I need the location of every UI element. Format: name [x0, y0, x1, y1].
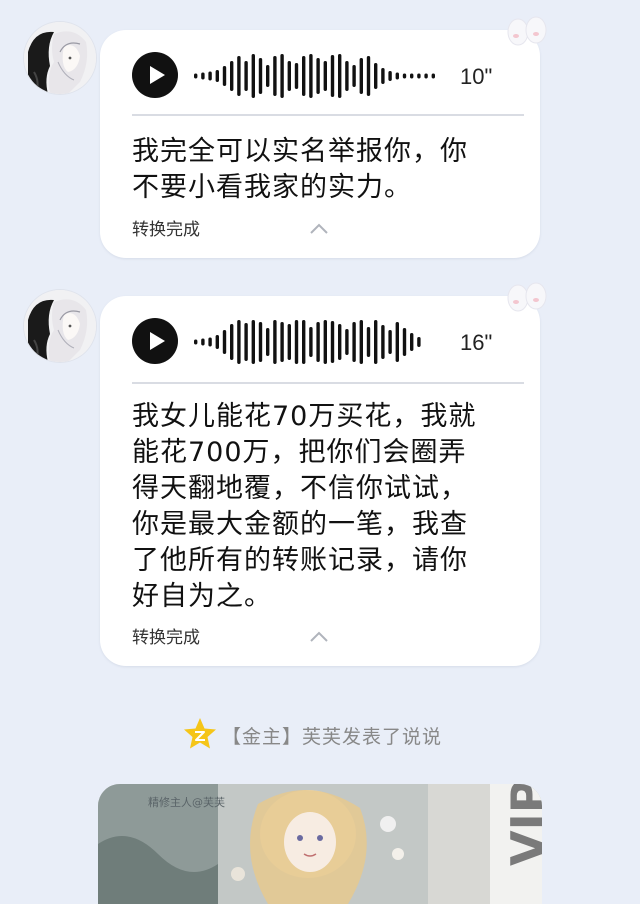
- waveform-bar: [201, 72, 205, 80]
- waveform-bar: [309, 54, 313, 98]
- play-button[interactable]: [132, 318, 178, 364]
- waveform-bar: [273, 320, 277, 364]
- play-icon: [150, 66, 165, 84]
- avatar-illustration: [24, 290, 96, 362]
- waveform-bar: [237, 56, 241, 96]
- waveform-bar: [431, 73, 435, 79]
- waveform-bar: [316, 58, 320, 94]
- divider: [132, 114, 524, 116]
- waveform-bar: [338, 324, 342, 360]
- waveform-bar: [424, 73, 428, 79]
- waveform-bar: [230, 324, 234, 360]
- transcribe-status: 转换完成: [132, 628, 200, 648]
- waveform-bar: [258, 322, 263, 362]
- voice-player: 16": [132, 314, 512, 370]
- waveform-bar: [345, 61, 349, 91]
- waveform-bar: [222, 66, 227, 86]
- waveform-bar: [395, 72, 399, 80]
- post-notice[interactable]: 【金主】芙芙发表了说说: [0, 716, 640, 752]
- waveform-bar: [402, 73, 407, 79]
- waveform-bar: [215, 335, 219, 349]
- waveform-bar: [294, 63, 299, 89]
- sender-avatar[interactable]: [24, 290, 96, 362]
- voice-player: 10": [132, 48, 512, 104]
- avatar-illustration: [24, 22, 96, 94]
- waveform-bar: [417, 337, 421, 347]
- qzone-star-icon: [184, 718, 216, 749]
- waveform-bar: [194, 73, 198, 79]
- waveform-bar: [258, 58, 263, 94]
- voice-transcript: 我女儿能花70万买花，我就 能花700万，把你们会圈弄 得天翻地覆，不信你试试，…: [132, 401, 477, 612]
- waveform-bar: [280, 322, 284, 362]
- waveform-bar: [410, 333, 414, 351]
- waveform-bar: [287, 324, 291, 360]
- waveform-bar: [417, 73, 421, 79]
- waveform-bar: [374, 320, 378, 364]
- waveform-bar: [251, 320, 255, 364]
- waveform-bar: [316, 322, 320, 362]
- play-icon: [150, 332, 165, 350]
- waveform-bar: [359, 320, 363, 364]
- waveform-bar: [266, 328, 270, 356]
- waveform-bar: [366, 327, 371, 357]
- waveform-bar: [230, 61, 234, 91]
- waveform-bar: [410, 73, 414, 79]
- sender-avatar[interactable]: [24, 22, 96, 94]
- waveform-bar: [330, 55, 335, 97]
- voice-bubble[interactable]: 10" 我完全可以实名举报你，你 不要小看我家的实力。 转换完成: [100, 16, 547, 258]
- waveform-bar: [330, 321, 335, 363]
- waveform-bar: [287, 61, 291, 91]
- waveform-bar: [395, 322, 399, 362]
- waveform-bar: [352, 65, 356, 87]
- svg-text:VIP: VIP: [501, 784, 542, 866]
- notice-text: 【金主】芙芙发表了说说: [222, 726, 443, 748]
- chevron-up-icon[interactable]: [308, 222, 330, 236]
- voice-duration: 10": [460, 64, 493, 89]
- waveform-bar: [345, 329, 349, 355]
- waveform-bar: [280, 54, 284, 98]
- waveform-icon: [194, 320, 421, 364]
- waveform-bar: [388, 71, 392, 81]
- waveform-bar: [323, 61, 327, 91]
- waveform-bar: [323, 320, 327, 364]
- bunny-ears-decoration: [507, 16, 547, 46]
- waveform-bar: [294, 320, 299, 364]
- post-caption: 精修主人@芙芙: [148, 796, 225, 809]
- transcribe-status: 转换完成: [132, 220, 200, 240]
- waveform-bar: [374, 63, 378, 89]
- waveform-bar: [302, 320, 306, 364]
- waveform-bar: [244, 323, 248, 361]
- waveform-bar: [222, 330, 227, 354]
- waveform-bar: [366, 56, 371, 96]
- waveform-bar: [215, 70, 219, 82]
- waveform-bar: [338, 54, 342, 98]
- waveform-bar: [201, 338, 205, 346]
- chevron-up-icon[interactable]: [308, 630, 330, 644]
- waveform-bar: [381, 325, 385, 359]
- voice-bubble[interactable]: 16" 我女儿能花70万买花，我就 能花700万，把你们会圈弄 得天翻地覆，不信…: [100, 282, 547, 666]
- waveform-bar: [244, 61, 248, 91]
- waveform-icon: [194, 54, 435, 98]
- bunny-ears-decoration: [507, 282, 547, 312]
- voice-duration: 16": [460, 330, 493, 355]
- waveform-bar: [352, 322, 356, 362]
- waveform-bar: [194, 339, 198, 345]
- waveform-bar: [388, 330, 392, 354]
- waveform-bar: [302, 56, 306, 96]
- voice-transcript: 我完全可以实名举报你，你 不要小看我家的实力。: [132, 136, 468, 203]
- waveform-bar: [273, 56, 277, 96]
- play-button[interactable]: [132, 52, 178, 98]
- waveform-bar: [237, 320, 241, 364]
- waveform-bar: [208, 337, 212, 347]
- waveform-bar: [359, 58, 363, 94]
- waveform-bar: [402, 328, 407, 356]
- waveform-bar: [266, 65, 270, 87]
- divider: [132, 382, 524, 384]
- waveform-bar: [208, 71, 212, 81]
- post-preview-card[interactable]: VIP 精修主人@芙芙: [98, 784, 542, 904]
- waveform-bar: [251, 54, 255, 98]
- waveform-bar: [309, 327, 313, 357]
- waveform-bar: [381, 68, 385, 84]
